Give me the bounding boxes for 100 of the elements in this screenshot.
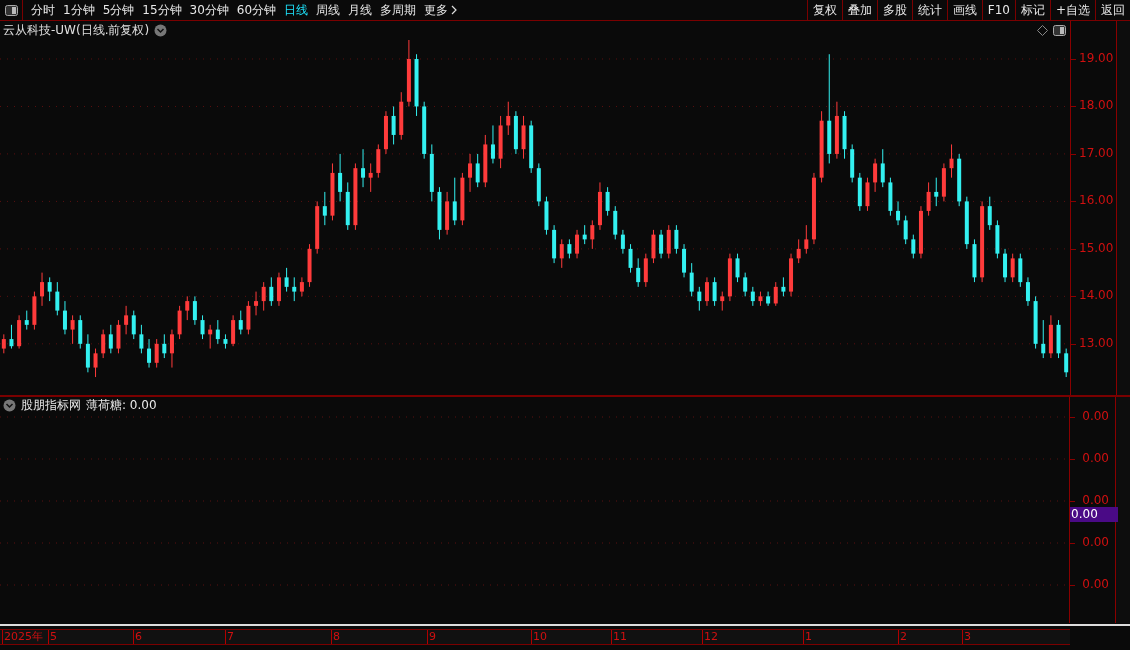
candlestick (582, 224, 587, 245)
candlestick (1048, 314, 1053, 359)
candlestick (192, 295, 197, 326)
candlestick (483, 134, 488, 188)
candlestick (766, 291, 771, 307)
candlestick (414, 53, 419, 117)
period-tab[interactable]: 30分钟 (185, 0, 233, 20)
candlestick (162, 333, 167, 359)
toolbar-button[interactable]: 统计 (911, 0, 947, 20)
panel-layout-icon[interactable] (4, 4, 18, 16)
candlestick (40, 272, 45, 307)
candlestick (322, 191, 327, 226)
candlestick (361, 148, 366, 188)
candlestick (529, 120, 534, 174)
period-tab[interactable]: 月线 (344, 0, 377, 20)
candlestick (307, 243, 312, 288)
candlestick (834, 101, 839, 160)
period-tab[interactable]: 60分钟 (232, 0, 281, 20)
current-value-label: 0.00 (1070, 506, 1119, 522)
period-tab[interactable]: 日线 (280, 0, 313, 20)
toolbar-button[interactable]: 叠加 (841, 0, 877, 20)
candlestick (1033, 295, 1038, 350)
candlestick (903, 215, 908, 245)
dropdown-icon[interactable] (3, 399, 16, 413)
price-axis-label: 15.00 (1079, 240, 1114, 255)
candlestick (284, 267, 289, 293)
candlestick (567, 238, 572, 259)
candlestick (590, 219, 595, 250)
candlestick (697, 286, 702, 312)
candlestick (93, 348, 98, 378)
price-axis-label: 14.00 (1079, 288, 1114, 303)
candlestick (437, 186, 442, 240)
candlestick (445, 191, 450, 236)
indicator-axis-label: 0.00 (1082, 408, 1109, 423)
toolbar-button[interactable]: F10 (981, 0, 1015, 20)
candlestick (139, 324, 144, 354)
diamond-icon[interactable] (1037, 24, 1048, 36)
indicator-value: 薄荷糖: 0.00 (86, 397, 157, 415)
dropdown-icon[interactable] (154, 23, 168, 37)
period-tab[interactable]: 1分钟 (59, 0, 99, 20)
candlestick (704, 276, 709, 307)
indicator-axis-label: 0.00 (1082, 534, 1109, 549)
candlestick (636, 257, 641, 288)
candlestick (896, 200, 901, 226)
period-tab[interactable]: 更多 (420, 0, 462, 20)
candlestick (674, 224, 679, 255)
candlestick (735, 253, 740, 283)
candlestick (682, 243, 687, 278)
chevron-right-icon (451, 5, 458, 15)
period-tab[interactable]: 分时 (27, 0, 59, 20)
candlestick (873, 158, 878, 193)
candlestick (177, 305, 182, 340)
toolbar-button[interactable]: +自选 (1049, 0, 1095, 20)
indicator-name: 股朋指标网 (21, 397, 81, 415)
candlestick (406, 39, 411, 107)
candlestick (934, 177, 939, 207)
candlestick (1018, 253, 1023, 288)
period-tab[interactable]: 周线 (312, 0, 345, 20)
panel-layout-icon[interactable] (1053, 24, 1066, 36)
candlestick (513, 110, 518, 155)
period-tab[interactable]: 5分钟 (98, 0, 139, 20)
candlestick (789, 253, 794, 297)
period-tab[interactable]: 15分钟 (138, 0, 186, 20)
candlestick (9, 324, 14, 350)
candlestick (460, 172, 465, 226)
candlestick (490, 124, 495, 164)
month-label: 1 (803, 630, 812, 645)
candlestick (475, 153, 480, 188)
toolbar-button[interactable]: 返回 (1095, 0, 1130, 20)
candlestick (727, 253, 732, 302)
candlestick (781, 276, 786, 297)
candlestick (368, 162, 373, 193)
candlestick (559, 238, 564, 269)
candlestick (116, 319, 121, 354)
candlestick (70, 314, 75, 345)
candlestick (47, 276, 52, 302)
candlestick (850, 143, 855, 183)
candlestick (689, 262, 694, 297)
candlestick (269, 276, 274, 307)
candlestick (1056, 319, 1061, 359)
toolbar-button[interactable]: 多股 (876, 0, 912, 20)
candlestick (949, 143, 954, 179)
candlestick (185, 295, 190, 321)
toolbar-button[interactable]: 复权 (806, 0, 842, 20)
candlestick (605, 186, 610, 217)
toolbar-button[interactable]: 画线 (946, 0, 982, 20)
candlestick (276, 272, 281, 307)
candlestick (154, 338, 159, 369)
candlestick (1025, 276, 1030, 307)
candlestick (521, 115, 526, 160)
month-label: 10 (531, 630, 547, 645)
toolbar-button[interactable]: 标记 (1014, 0, 1050, 20)
month-label: 5 (48, 630, 57, 645)
candlestick (758, 291, 763, 307)
period-tab[interactable]: 多周期 (376, 0, 421, 20)
candlestick (666, 224, 671, 259)
month-label: 3 (962, 630, 971, 645)
candlestick (101, 329, 106, 359)
price-axis-label: 19.00 (1079, 50, 1114, 65)
candlestick (720, 291, 725, 312)
